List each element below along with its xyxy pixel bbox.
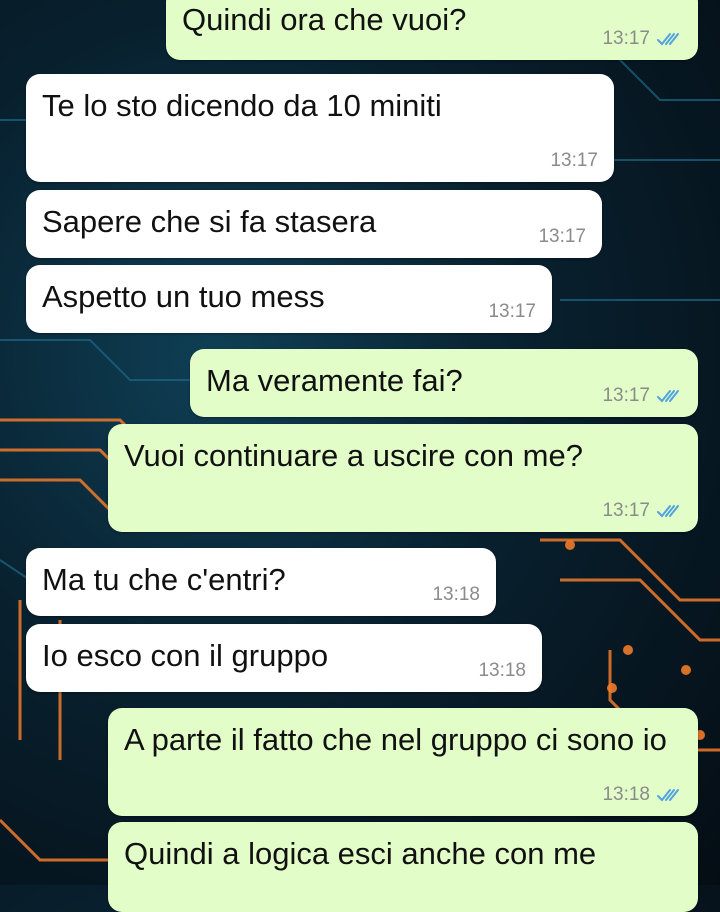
message-bubble-outgoing[interactable]: A parte il fatto che nel gruppo ci sono … (108, 708, 698, 816)
message-time: 13:18 (602, 784, 650, 805)
message-time: 13:17 (550, 150, 598, 171)
message-bubble-incoming[interactable]: Ma tu che c'entri? 13:18 (26, 548, 496, 616)
message-bubble-incoming[interactable]: Sapere che si fa stasera 13:17 (26, 190, 602, 258)
message-bubble-incoming[interactable]: Te lo sto dicendo da 10 miniti 13:17 (26, 74, 614, 182)
message-meta: 13:17 (602, 500, 682, 522)
message-time: 13:17 (602, 500, 650, 521)
message-meta: 13:18 (602, 784, 682, 806)
message-time: 13:18 (478, 660, 526, 681)
message-time: 13:18 (432, 584, 480, 605)
message-meta: 13:17 (488, 301, 536, 323)
message-bubble-incoming[interactable]: Io esco con il gruppo 13:18 (26, 624, 542, 692)
message-bubble-outgoing[interactable]: Vuoi continuare a uscire con me? 13:17 (108, 424, 698, 532)
message-time: 13:17 (488, 301, 536, 322)
message-meta: 13:17 (538, 226, 586, 248)
message-meta: 13:17 (602, 28, 682, 50)
read-ticks-icon (657, 390, 679, 403)
message-time: 13:17 (602, 385, 650, 406)
message-text: Quindi a logica esci anche con me (124, 836, 597, 871)
message-bubble-outgoing[interactable]: Quindi a logica esci anche con me (108, 822, 698, 912)
message-meta: 13:18 (432, 584, 480, 606)
message-time: 13:17 (602, 28, 650, 49)
message-text: Aspetto un tuo mess (42, 279, 325, 314)
message-meta: 13:17 (550, 150, 598, 172)
message-bubble-outgoing[interactable]: Ma veramente fai? 13:17 (190, 349, 698, 417)
read-ticks-icon (657, 505, 679, 518)
message-meta: 13:17 (602, 385, 682, 407)
message-text: Ma tu che c'entri? (42, 562, 286, 597)
read-ticks-icon (657, 789, 679, 802)
message-text: Te lo sto dicendo da 10 miniti (42, 88, 442, 123)
message-time: 13:17 (538, 226, 586, 247)
message-text: Io esco con il gruppo (42, 638, 329, 673)
message-bubble-outgoing[interactable]: Quindi ora che vuoi? 13:17 (166, 0, 698, 60)
message-bubble-incoming[interactable]: Aspetto un tuo mess 13:17 (26, 265, 552, 333)
message-text: A parte il fatto che nel gruppo ci sono … (124, 722, 667, 757)
message-meta: 13:18 (478, 660, 526, 682)
message-text: Sapere che si fa stasera (42, 204, 377, 239)
message-text: Vuoi continuare a uscire con me? (124, 438, 583, 473)
read-ticks-icon (657, 33, 679, 46)
